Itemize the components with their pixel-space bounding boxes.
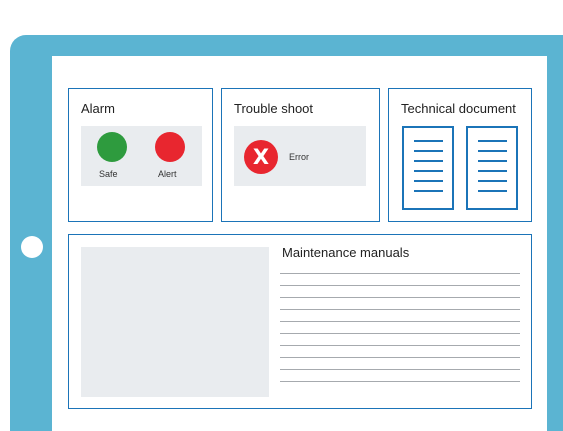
manual-text-line xyxy=(280,285,520,286)
maintenance-manuals-title: Maintenance manuals xyxy=(282,245,410,260)
manual-text-line xyxy=(280,297,520,298)
trouble-shoot-title: Trouble shoot xyxy=(234,101,314,116)
document-icon xyxy=(466,126,518,210)
manual-text-line xyxy=(280,345,520,346)
manual-text-line xyxy=(280,333,520,334)
manual-text-line xyxy=(280,369,520,370)
technical-document-title: Technical document xyxy=(401,101,516,116)
manual-text-line xyxy=(280,381,520,382)
safe-label: Safe xyxy=(99,169,118,179)
alert-indicator-icon xyxy=(155,132,185,162)
manual-text-line xyxy=(280,273,520,274)
alarm-status-box: Safe Alert xyxy=(81,126,202,186)
alarm-title: Alarm xyxy=(81,101,115,116)
error-status-box: X Error xyxy=(234,126,366,186)
alert-label: Alert xyxy=(158,169,177,179)
manual-image-placeholder xyxy=(81,247,269,397)
manual-text-line xyxy=(280,357,520,358)
manual-text-line xyxy=(280,309,520,310)
trouble-shoot-panel[interactable]: Trouble shoot X Error xyxy=(221,88,380,222)
home-button[interactable] xyxy=(21,236,43,258)
manual-text-line xyxy=(280,321,520,322)
alarm-panel[interactable]: Alarm Safe Alert xyxy=(68,88,213,222)
safe-indicator-icon xyxy=(97,132,127,162)
technical-document-panel[interactable]: Technical document xyxy=(388,88,532,222)
error-label: Error xyxy=(289,152,309,162)
error-x-icon: X xyxy=(244,140,278,174)
document-icon xyxy=(402,126,454,210)
